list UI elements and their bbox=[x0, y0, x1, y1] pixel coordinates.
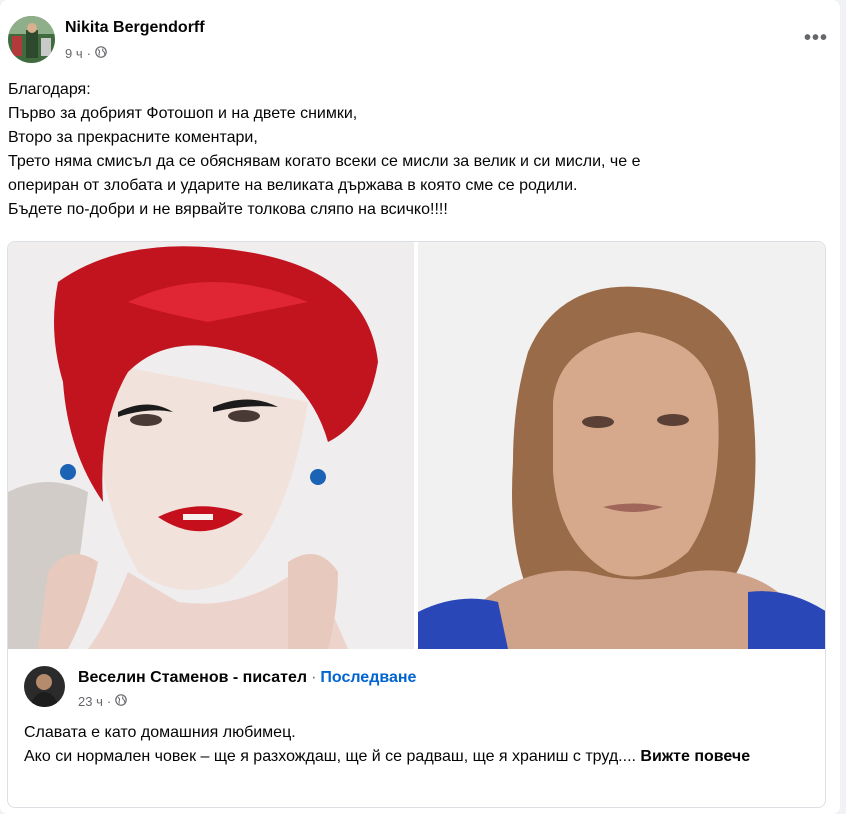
shared-meta-separator: · bbox=[106, 694, 112, 709]
post-header: Nikita Bergendorff 9 ч · ••• bbox=[8, 16, 834, 70]
post-text: Благодаря: Първо за добрият Фотошоп и на… bbox=[8, 78, 808, 222]
shared-author-name[interactable]: Веселин Стаменов - писател bbox=[78, 669, 307, 686]
shared-photos[interactable] bbox=[8, 242, 825, 649]
post-time[interactable]: 9 ч bbox=[65, 46, 83, 61]
photo-left[interactable] bbox=[8, 242, 414, 649]
shared-text-line2: Ако си нормален човек – ще я разхождаш, … bbox=[24, 745, 814, 769]
post-text-line: Първо за добрият Фотошоп и на двете сним… bbox=[8, 105, 358, 122]
photo-right[interactable] bbox=[418, 242, 825, 649]
shared-text-line: Славата е като домашния любимец. bbox=[24, 724, 296, 741]
shared-author-line: Веселин Стаменов - писател · Последване bbox=[78, 669, 416, 687]
see-more-link[interactable]: Вижте повече bbox=[640, 748, 750, 765]
post-text-line: опериран от злобата и ударите на великат… bbox=[8, 177, 578, 194]
name-separator: · bbox=[311, 669, 317, 686]
globe-icon bbox=[115, 694, 128, 709]
shared-author-avatar[interactable] bbox=[24, 666, 65, 707]
globe-icon bbox=[95, 46, 107, 61]
author-name[interactable]: Nikita Bergendorff bbox=[65, 19, 205, 37]
shared-post[interactable]: Веселин Стаменов - писател · Последване 23… bbox=[7, 241, 826, 808]
post-text-line: Второ за прекрасните коментари, bbox=[8, 129, 258, 146]
post-meta: 9 ч · bbox=[65, 46, 107, 61]
shared-text: Славата е като домашния любимец. Ако си … bbox=[24, 721, 814, 769]
author-avatar[interactable] bbox=[8, 16, 55, 63]
post-text-line: Бъдете по-добри и не вярвайте толкова сл… bbox=[8, 201, 448, 218]
meta-separator: · bbox=[86, 46, 91, 61]
shared-author-row: Веселин Стаменов - писател · Последване 23… bbox=[24, 666, 804, 710]
follow-button[interactable]: Последване bbox=[320, 669, 416, 686]
shared-time[interactable]: 23 ч bbox=[78, 694, 103, 709]
more-options-button[interactable]: ••• bbox=[804, 28, 828, 48]
shared-meta: 23 ч · bbox=[78, 694, 128, 709]
post-card: Nikita Bergendorff 9 ч · ••• Благодаря: … bbox=[0, 0, 840, 814]
post-text-line: Благодаря: bbox=[8, 81, 91, 98]
shared-text-content: Ако си нормален човек – ще я разхождаш, … bbox=[24, 748, 636, 765]
post-text-line: Трето няма смисъл да се обяснявам когато… bbox=[8, 153, 641, 170]
